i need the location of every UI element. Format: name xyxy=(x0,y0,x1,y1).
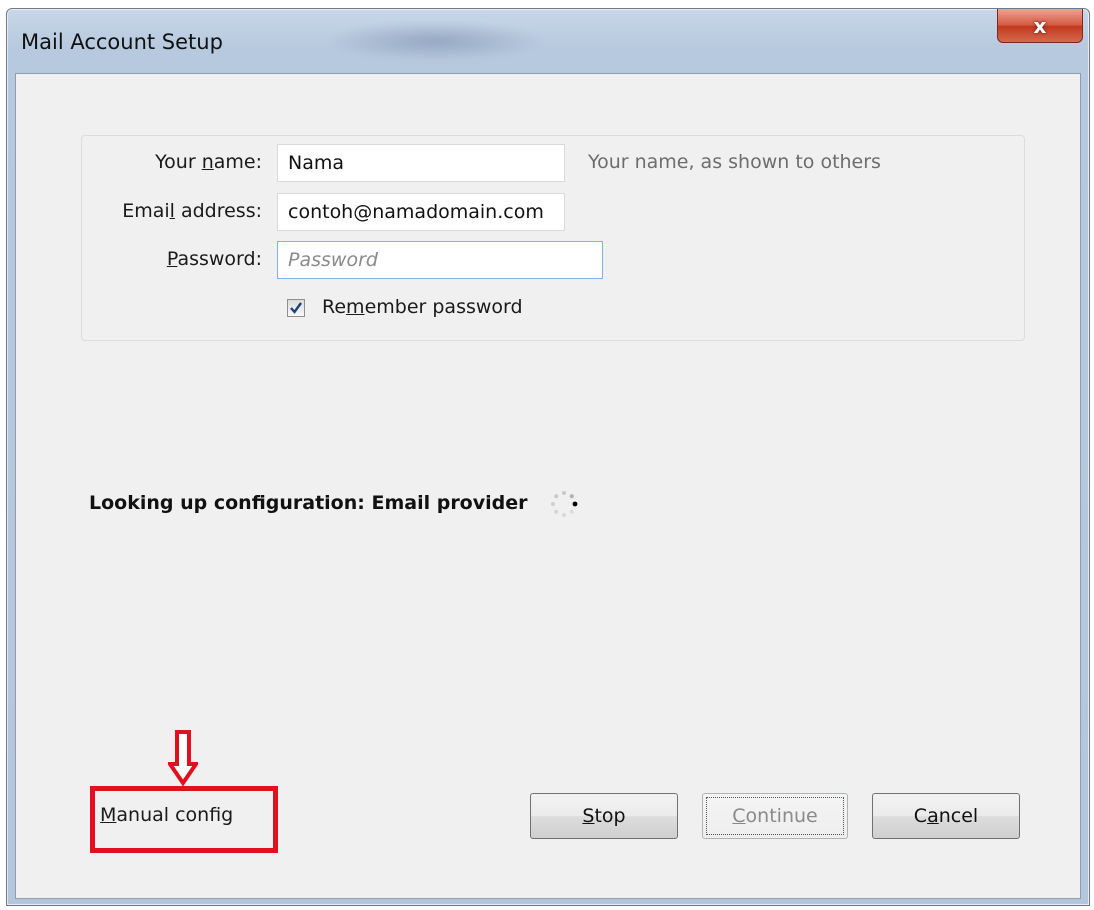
email-address-label: Email address: xyxy=(122,200,262,222)
checkmark-icon xyxy=(290,302,302,314)
annotation-down-arrow xyxy=(168,730,198,786)
title-bar[interactable]: Mail Account Setup x xyxy=(7,9,1089,73)
dialog-body: Your name: Nama Your name, as shown to o… xyxy=(15,73,1081,899)
manual-config-button[interactable]: Manual config xyxy=(100,804,233,826)
remember-password-checkbox[interactable] xyxy=(287,299,305,317)
continue-button[interactable]: Continue xyxy=(702,793,848,839)
password-label: Password: xyxy=(166,248,262,270)
stop-button[interactable]: Stop xyxy=(530,793,678,839)
your-name-hint: Your name, as shown to others xyxy=(588,151,881,173)
your-name-label: Your name: xyxy=(155,151,262,173)
cancel-button[interactable]: Ca ncel xyxy=(872,793,1020,839)
status-message: Looking up configuration: Email provider xyxy=(89,492,528,514)
account-fields-group: Your name: Nama Your name, as shown to o… xyxy=(81,135,1025,341)
your-name-input[interactable]: Nama xyxy=(277,144,565,182)
mail-account-setup-window: Mail Account Setup x Your name: Nama You… xyxy=(6,8,1090,906)
email-address-input[interactable]: contoh@namadomain.com xyxy=(277,193,565,231)
close-button[interactable]: x xyxy=(997,9,1083,43)
password-placeholder: Password xyxy=(288,249,378,271)
close-icon: x xyxy=(1033,13,1047,38)
password-input[interactable]: Password xyxy=(277,241,603,279)
window-title: Mail Account Setup xyxy=(21,30,223,54)
remember-password-label[interactable]: Remember password xyxy=(322,296,523,318)
continue-label: Continue xyxy=(732,805,818,827)
background-window-title xyxy=(325,21,545,61)
loading-spinner-icon xyxy=(551,491,578,517)
